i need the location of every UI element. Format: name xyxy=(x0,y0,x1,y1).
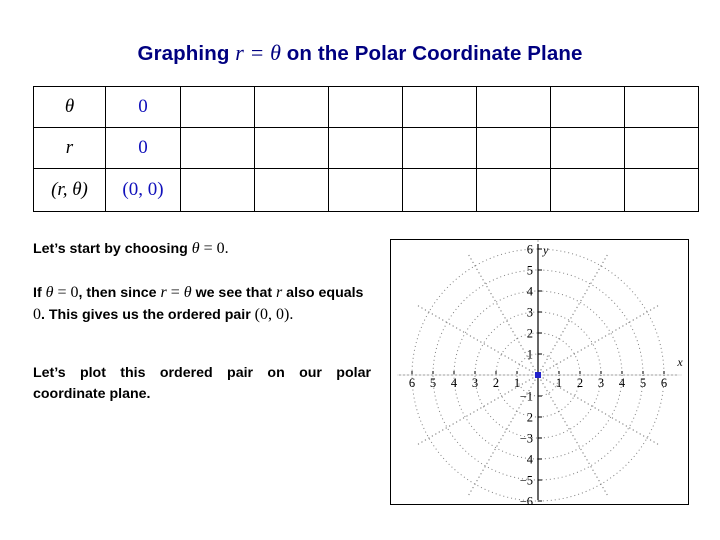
p2-zero-1: 0 xyxy=(70,284,79,301)
cell-r-4[interactable] xyxy=(402,127,477,169)
x-tick-label-10: 5 xyxy=(640,376,646,390)
polar-values-table: θ 0 r 0 (r, θ) (0, 0) xyxy=(33,86,699,212)
cell-pair-1[interactable] xyxy=(180,168,255,212)
p2-text-1: If xyxy=(33,285,46,301)
cell-r-2[interactable] xyxy=(254,127,329,169)
x-tick-label-2: 4 xyxy=(451,376,458,390)
cell-theta-7[interactable] xyxy=(624,86,699,128)
cell-theta-2[interactable] xyxy=(254,86,329,128)
cell-pair-2[interactable] xyxy=(254,168,329,212)
polar-plot-svg: 6 5 4 3 2 1 1 2 3 4 5 6−6−54−32−1123456 yx xyxy=(397,240,683,505)
x-tick-label-4: 2 xyxy=(493,376,499,390)
polar-coordinate-plane: 6 5 4 3 2 1 1 2 3 4 5 6 −6 −5 4 −3 2 −1 1 2 3 4 5 6 y x xyxy=(390,239,689,505)
x-tick-label-5: 1 xyxy=(514,376,520,390)
row-label-ordered-pair: (r, θ) xyxy=(33,168,106,212)
y-tick-label-5: −1 xyxy=(520,390,533,404)
x-tick-label-8: 3 xyxy=(598,376,604,390)
cell-r-6[interactable] xyxy=(550,127,625,169)
cell-r-3[interactable] xyxy=(328,127,403,169)
p2-theta-2: θ xyxy=(183,284,192,301)
cell-r-5[interactable] xyxy=(476,127,551,169)
p1-theta: θ xyxy=(191,240,200,257)
p2-period: . xyxy=(289,306,294,323)
title-variable-r: r xyxy=(235,40,244,65)
table-row: r 0 xyxy=(33,127,699,169)
p1-text-1: Let’s start by choosing xyxy=(33,241,192,257)
paragraph-derivation: If θ = 0, then since r = θ we see that r… xyxy=(33,282,371,326)
p1-equals: = xyxy=(199,240,217,257)
cell-pair-0[interactable]: (0, 0) xyxy=(105,168,181,212)
x-tick-label-6: 1 xyxy=(556,376,562,390)
paragraph-choose-theta: Let’s start by choosing θ = 0. xyxy=(33,238,371,260)
p2-text-4: also equals xyxy=(282,285,364,301)
y-tick-label-4: 2 xyxy=(527,411,533,425)
cell-r-7[interactable] xyxy=(624,127,699,169)
row-label-r: r xyxy=(33,127,106,169)
x-axis-label: x xyxy=(676,355,683,369)
cell-r-0[interactable]: 0 xyxy=(105,127,181,169)
paragraph-plot-instruction: Let’s plot this ordered pair on our pola… xyxy=(33,365,371,402)
cell-pair-6[interactable] xyxy=(550,168,625,212)
cell-theta-4[interactable] xyxy=(402,86,477,128)
plotted-points[interactable] xyxy=(535,372,541,378)
y-tick-label-7: 2 xyxy=(527,327,533,341)
p2-zero-2: 0 xyxy=(33,306,41,323)
x-tick-label-3: 3 xyxy=(472,376,478,390)
p1-zero: 0 xyxy=(216,240,225,257)
cell-theta-5[interactable] xyxy=(476,86,551,128)
y-tick-label-10: 5 xyxy=(527,264,533,278)
x-tick-label-11: 6 xyxy=(661,376,667,390)
cell-pair-7[interactable] xyxy=(624,168,699,212)
p2-equals-1: = xyxy=(53,284,71,301)
cell-theta-6[interactable] xyxy=(550,86,625,128)
p2-equals-2: = xyxy=(166,284,184,301)
cell-theta-0[interactable]: 0 xyxy=(105,86,181,128)
title-equals: = xyxy=(243,40,271,65)
y-tick-label-1: −5 xyxy=(520,474,533,488)
cell-pair-3[interactable] xyxy=(328,168,403,212)
y-tick-label-6: 1 xyxy=(527,348,533,362)
y-tick-label-9: 4 xyxy=(527,285,534,299)
x-tick-label-1: 5 xyxy=(430,376,436,390)
y-tick-label-8: 3 xyxy=(527,306,533,320)
title-suffix: on the Polar Coordinate Plane xyxy=(281,42,583,65)
p1-period: . xyxy=(224,240,229,257)
page-title: Graphing r = θ on the Polar Coordinate P… xyxy=(0,40,720,66)
cell-theta-3[interactable] xyxy=(328,86,403,128)
x-tick-label-0: 6 xyxy=(409,376,415,390)
p2-text-3: we see that xyxy=(191,285,276,301)
y-tick-label-11: 6 xyxy=(527,243,533,257)
table-row: θ 0 xyxy=(33,86,699,128)
p2-text-2: , then since xyxy=(78,285,161,301)
title-prefix: Graphing xyxy=(137,42,236,65)
x-tick-label-7: 2 xyxy=(577,376,583,390)
polar-tick-labels: 6 5 4 3 2 1 1 2 3 4 5 6−6−54−32−1123456 yx xyxy=(409,243,683,505)
cell-theta-1[interactable] xyxy=(180,86,255,128)
row-label-theta: θ xyxy=(33,86,106,128)
y-tick-label-0: −6 xyxy=(520,495,533,505)
cell-r-1[interactable] xyxy=(180,127,255,169)
table-row: (r, θ) (0, 0) xyxy=(33,168,699,212)
cell-pair-5[interactable] xyxy=(476,168,551,212)
p2-ordered-pair: (0, 0) xyxy=(254,306,290,323)
y-axis-label: y xyxy=(542,243,549,257)
y-tick-label-3: −3 xyxy=(520,432,533,446)
plotted-point-origin[interactable] xyxy=(535,372,541,378)
y-tick-label-2: 4 xyxy=(527,453,534,467)
x-tick-label-9: 4 xyxy=(619,376,626,390)
p2-text-5: . This gives us the ordered pair xyxy=(41,307,255,323)
cell-pair-4[interactable] xyxy=(402,168,477,212)
title-variable-theta: θ xyxy=(270,40,282,65)
